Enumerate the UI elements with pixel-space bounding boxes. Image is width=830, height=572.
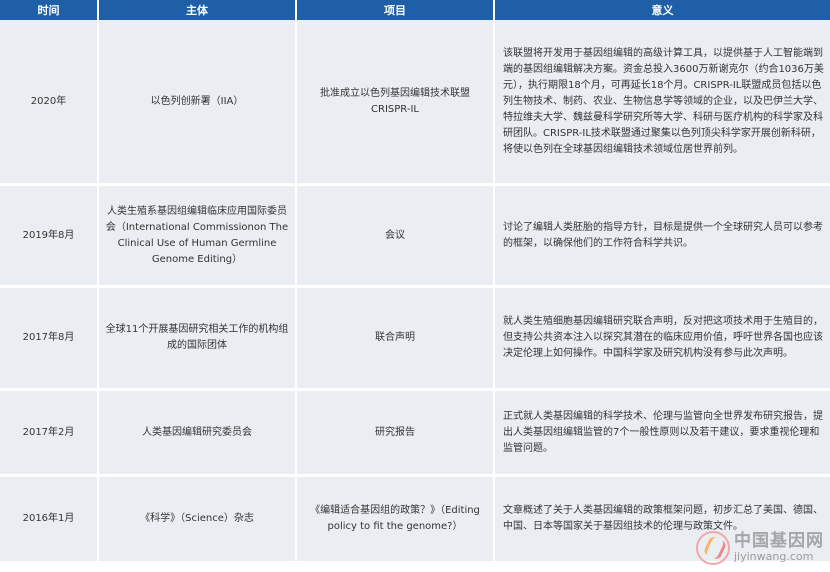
cell-time: 2017年8月 — [0, 286, 99, 391]
header-row: 时间 主体 项目 意义 — [0, 0, 830, 20]
cell-time: 2017年2月 — [0, 389, 99, 477]
cell-meaning: 该联盟将开发用于基因组编辑的高级计算工具，以提供基于人工智能端到端的基因组编辑解… — [494, 20, 830, 186]
table-row: 2019年8月 人类生殖系基因组编辑临床应用国际委员会（Internationa… — [0, 184, 830, 288]
gene-editing-policy-table: 时间 主体 项目 意义 2020年 以色列创新署（IIA） 批准成立以色列基因编… — [0, 0, 830, 564]
cell-project: 批准成立以色列基因编辑技术联盟CRISPR-IL — [296, 20, 495, 186]
header-time: 时间 — [0, 0, 99, 20]
cell-subject: 以色列创新署（IIA） — [98, 20, 297, 186]
cell-subject: 全球11个开展基因研究相关工作的机构组成的国际团体 — [98, 286, 297, 391]
cell-meaning: 文章概述了关于人类基因编辑的政策框架问题，初步汇总了美国、德国、中国、日本等国家… — [494, 475, 830, 564]
cell-subject: 人类基因编辑研究委员会 — [98, 389, 297, 477]
cell-time: 2020年 — [0, 20, 99, 186]
cell-meaning: 讨论了编辑人类胚胎的指导方针，目标是提供一个全球研究人员可以参考的框架，以确保他… — [494, 184, 830, 288]
cell-project: 《编辑适合基因组的政策？》（Editing policy to fit the … — [296, 475, 495, 564]
cell-project: 会议 — [296, 184, 495, 288]
table-row: 2020年 以色列创新署（IIA） 批准成立以色列基因编辑技术联盟CRISPR-… — [0, 20, 830, 186]
cell-meaning: 就人类生殖细胞基因编辑研究联合声明，反对把这项技术用于生殖目的，但支持公共资本注… — [494, 286, 830, 391]
cell-meaning: 正式就人类基因编辑的科学技术、伦理与监管向全世界发布研究报告，提出人类基因组编辑… — [494, 389, 830, 477]
header-project: 项目 — [296, 0, 495, 20]
cell-subject: 《科学》（Science）杂志 — [98, 475, 297, 564]
header-meaning: 意义 — [494, 0, 830, 20]
table-row: 2017年8月 全球11个开展基因研究相关工作的机构组成的国际团体 联合声明 就… — [0, 286, 830, 391]
cell-project: 研究报告 — [296, 389, 495, 477]
cell-project: 联合声明 — [296, 286, 495, 391]
header-subject: 主体 — [98, 0, 297, 20]
table-row: 2017年2月 人类基因编辑研究委员会 研究报告 正式就人类基因编辑的科学技术、… — [0, 389, 830, 477]
cell-time: 2016年1月 — [0, 475, 99, 564]
cell-time: 2019年8月 — [0, 184, 99, 288]
cell-subject: 人类生殖系基因组编辑临床应用国际委员会（International Commis… — [98, 184, 297, 288]
table-row: 2016年1月 《科学》（Science）杂志 《编辑适合基因组的政策？》（Ed… — [0, 475, 830, 564]
